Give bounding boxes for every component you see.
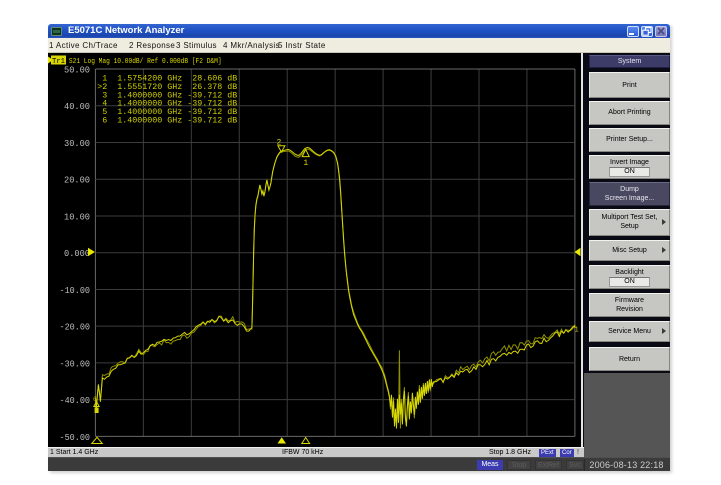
- svg-text:40.00: 40.00: [64, 102, 90, 112]
- svg-text:30.00: 30.00: [64, 139, 90, 149]
- svg-text:1: 1: [575, 327, 579, 335]
- svg-text:-50.00: -50.00: [60, 433, 91, 443]
- svg-text:-20.00: -20.00: [60, 323, 91, 333]
- svg-text:Tr1: Tr1: [52, 58, 65, 66]
- svg-text:1: 1: [303, 159, 308, 168]
- svg-text:-40.00: -40.00: [60, 396, 91, 406]
- svg-text:6: 6: [93, 396, 97, 403]
- svg-text:50.00: 50.00: [64, 66, 90, 76]
- svg-text:20.00: 20.00: [64, 176, 90, 186]
- svg-text:-10.00: -10.00: [60, 286, 91, 296]
- svg-text:10.00: 10.00: [64, 213, 90, 223]
- svg-text:6 1.4000000 GHz -39.712 dB: 6 1.4000000 GHz -39.712 dB: [97, 117, 237, 126]
- svg-text:-30.00: -30.00: [60, 359, 91, 369]
- svg-text:S21 Log Mag 10.00dB/ Ref 0.000: S21 Log Mag 10.00dB/ Ref 0.000dB [F2 D&M…: [69, 58, 222, 66]
- svg-text:0.000: 0.000: [64, 249, 90, 259]
